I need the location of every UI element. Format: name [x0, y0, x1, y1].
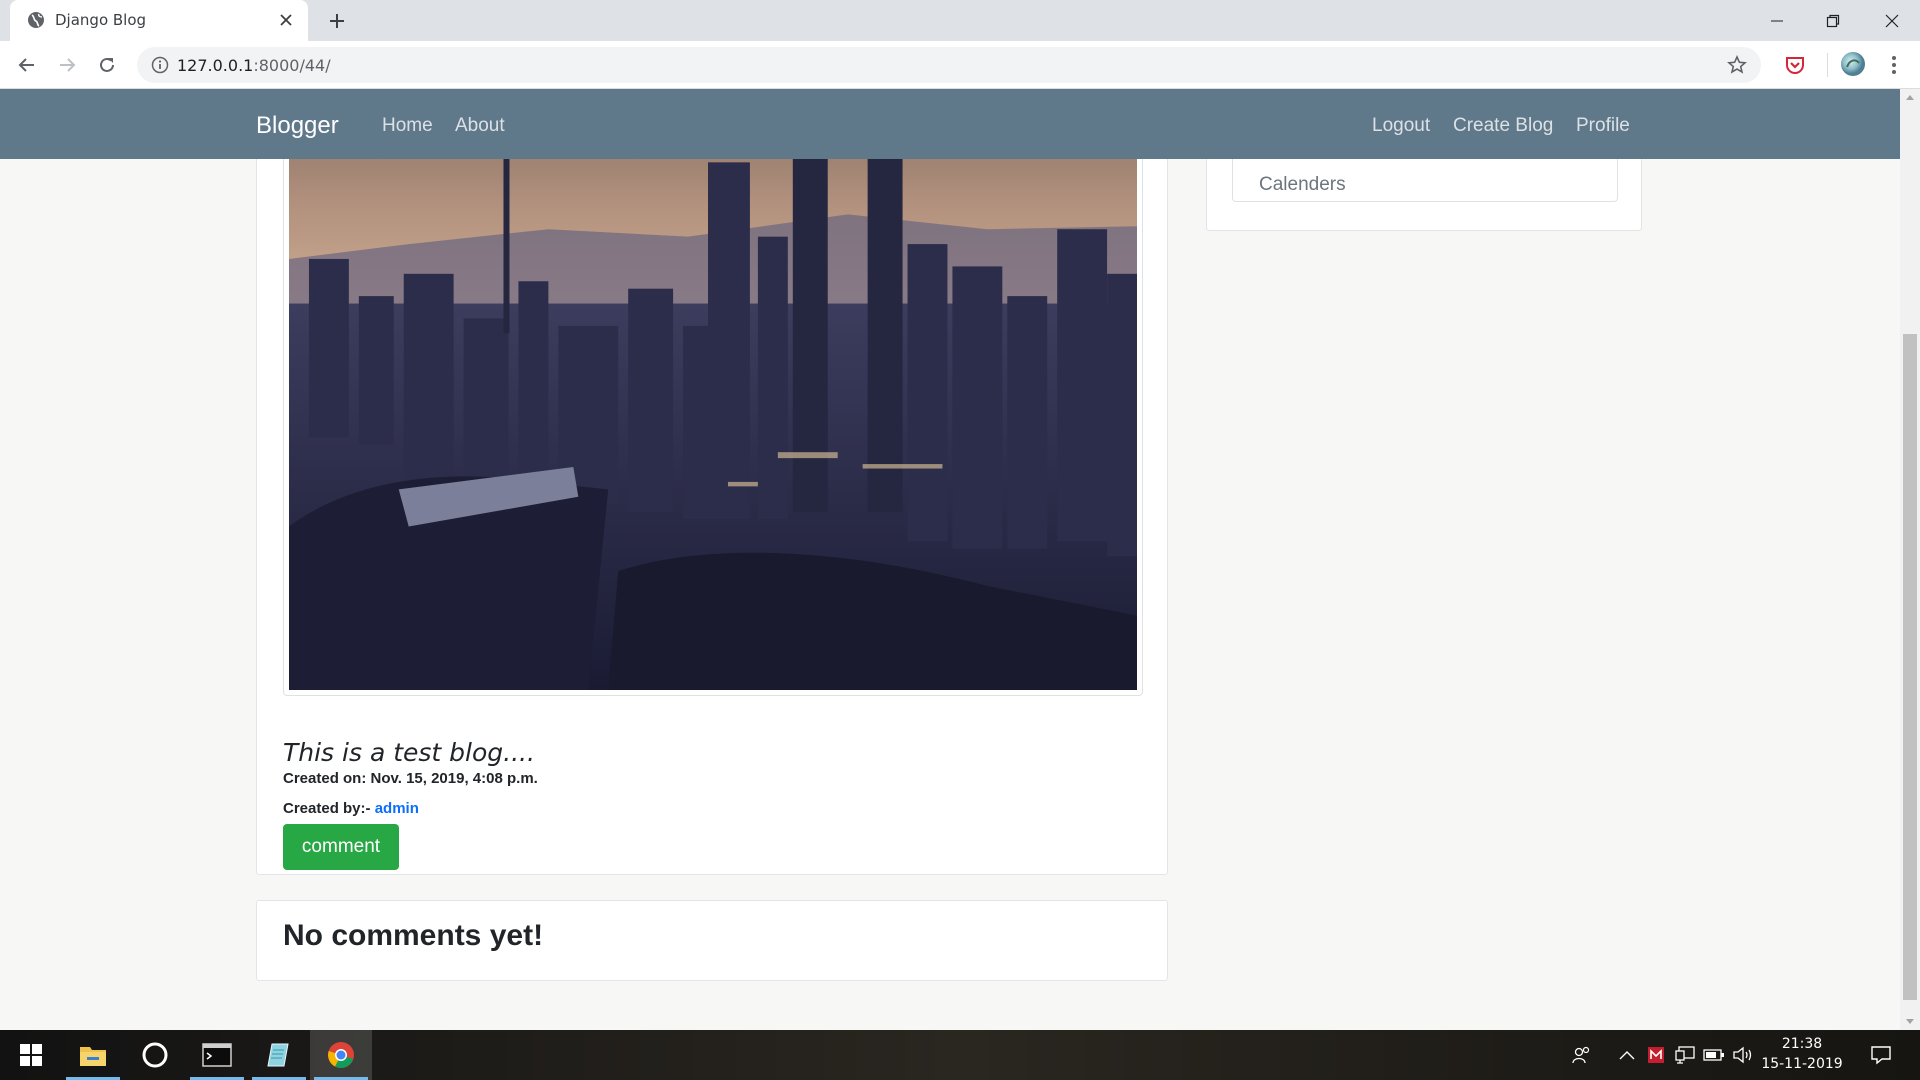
- new-tab-icon[interactable]: [325, 9, 349, 33]
- shield-icon: [1648, 1047, 1664, 1063]
- taskbar-file-explorer[interactable]: [62, 1030, 124, 1080]
- tab-title: Django Blog: [55, 11, 147, 29]
- toolbar-divider: [1827, 53, 1828, 77]
- clock-date: 15-11-2019: [1761, 1056, 1843, 1072]
- browser-toolbar: 127.0.0.1:8000/44/: [0, 41, 1920, 89]
- nav-link-logout[interactable]: Logout: [1372, 115, 1430, 137]
- scrollbar-thumb[interactable]: [1903, 334, 1917, 1000]
- chevron-up-icon: [1619, 1051, 1635, 1060]
- restore-button[interactable]: [1805, 0, 1861, 41]
- minimize-icon: [1771, 20, 1783, 21]
- info-icon[interactable]: [151, 56, 169, 74]
- address-bar[interactable]: 127.0.0.1:8000/44/: [137, 47, 1761, 83]
- page-viewport: This is a test blog.... Created on: Nov.…: [0, 89, 1900, 1030]
- bookmark-star-icon[interactable]: [1727, 55, 1747, 75]
- close-tab-icon[interactable]: [276, 10, 296, 30]
- arrow-left-icon: [18, 58, 34, 72]
- back-button[interactable]: [14, 52, 40, 78]
- created-by: Created by:- admin: [283, 800, 419, 817]
- windows-taskbar: 21:38 15-11-2019: [0, 1030, 1920, 1080]
- tray-network[interactable]: [1674, 1044, 1696, 1066]
- people-icon: [1572, 1046, 1590, 1064]
- nav-link-about[interactable]: About: [455, 115, 505, 137]
- scroll-down-arrow-icon[interactable]: [1905, 1018, 1915, 1026]
- reload-button[interactable]: [94, 52, 120, 78]
- start-button[interactable]: [0, 1030, 62, 1080]
- tray-people[interactable]: [1570, 1044, 1592, 1066]
- windows-start-icon: [20, 1044, 42, 1066]
- clock-time: 21:38: [1781, 1036, 1823, 1052]
- taskbar-chrome[interactable]: [310, 1030, 372, 1080]
- file-explorer-icon: [80, 1047, 106, 1066]
- post-image-frame: [283, 89, 1143, 696]
- comments-empty-title: No comments yet!: [283, 919, 544, 952]
- arrow-right-icon: [60, 58, 76, 72]
- nav-link-create-blog[interactable]: Create Blog: [1453, 115, 1553, 137]
- restore-icon: [1826, 14, 1840, 27]
- cortana-icon: [142, 1042, 168, 1068]
- tray-battery[interactable]: [1703, 1044, 1725, 1066]
- kebab-menu-icon[interactable]: [1882, 53, 1906, 77]
- browser-tab[interactable]: Django Blog: [10, 0, 308, 41]
- taskbar-terminal[interactable]: [186, 1030, 248, 1080]
- site-navbar: Blogger Home About Logout Create Blog Pr…: [0, 89, 1900, 159]
- comments-card: No comments yet!: [256, 900, 1168, 981]
- url-text[interactable]: 127.0.0.1:8000/44/: [177, 56, 331, 75]
- created-on-value: Nov. 15, 2019, 4:08 p.m.: [370, 770, 538, 787]
- notification-icon: [1871, 1046, 1891, 1065]
- nav-link-profile[interactable]: Profile: [1576, 115, 1630, 137]
- profile-avatar-icon[interactable]: [1840, 51, 1866, 77]
- post-card: This is a test blog.... Created on: Nov.…: [256, 89, 1168, 875]
- minimize-button[interactable]: [1749, 0, 1805, 41]
- forward-button[interactable]: [54, 52, 80, 78]
- sidebar-item-label: Calenders: [1259, 174, 1346, 195]
- comment-button[interactable]: comment: [283, 824, 399, 870]
- url-path: :8000/44/: [253, 56, 331, 75]
- taskbar-clock[interactable]: 21:38 15-11-2019: [1757, 1034, 1847, 1074]
- terminal-icon: [202, 1043, 232, 1067]
- taskbar-notepad[interactable]: [248, 1030, 310, 1080]
- tray-volume[interactable]: [1732, 1044, 1754, 1066]
- close-icon: [1885, 14, 1899, 27]
- tray-antivirus[interactable]: [1645, 1044, 1667, 1066]
- reload-icon: [100, 57, 114, 72]
- globe-icon: [28, 12, 44, 28]
- battery-icon: [1703, 1049, 1724, 1061]
- pocket-extension-icon[interactable]: [1783, 53, 1807, 77]
- notepad-icon: [267, 1043, 289, 1067]
- chrome-icon: [328, 1042, 354, 1068]
- created-on-label: Created on:: [283, 770, 367, 787]
- volume-icon: [1733, 1046, 1752, 1064]
- scroll-up-arrow-icon[interactable]: [1905, 93, 1915, 101]
- author-link[interactable]: admin: [375, 800, 419, 817]
- network-icon: [1675, 1046, 1695, 1064]
- nav-link-home[interactable]: Home: [382, 115, 433, 137]
- url-host: 127.0.0.1: [177, 56, 254, 75]
- brand-logo[interactable]: Blogger: [256, 112, 339, 140]
- tray-action-center[interactable]: [1868, 1044, 1894, 1066]
- created-by-label: Created by:-: [283, 800, 371, 817]
- browser-tabstrip: Django Blog: [0, 0, 1920, 41]
- tray-show-hidden[interactable]: [1616, 1044, 1638, 1066]
- post-body: This is a test blog....: [283, 738, 535, 767]
- page-scrollbar[interactable]: [1900, 89, 1920, 1030]
- taskbar-cortana[interactable]: [124, 1030, 186, 1080]
- post-image: [289, 89, 1137, 690]
- close-window-button[interactable]: [1864, 0, 1920, 41]
- created-on: Created on: Nov. 15, 2019, 4:08 p.m.: [283, 770, 538, 787]
